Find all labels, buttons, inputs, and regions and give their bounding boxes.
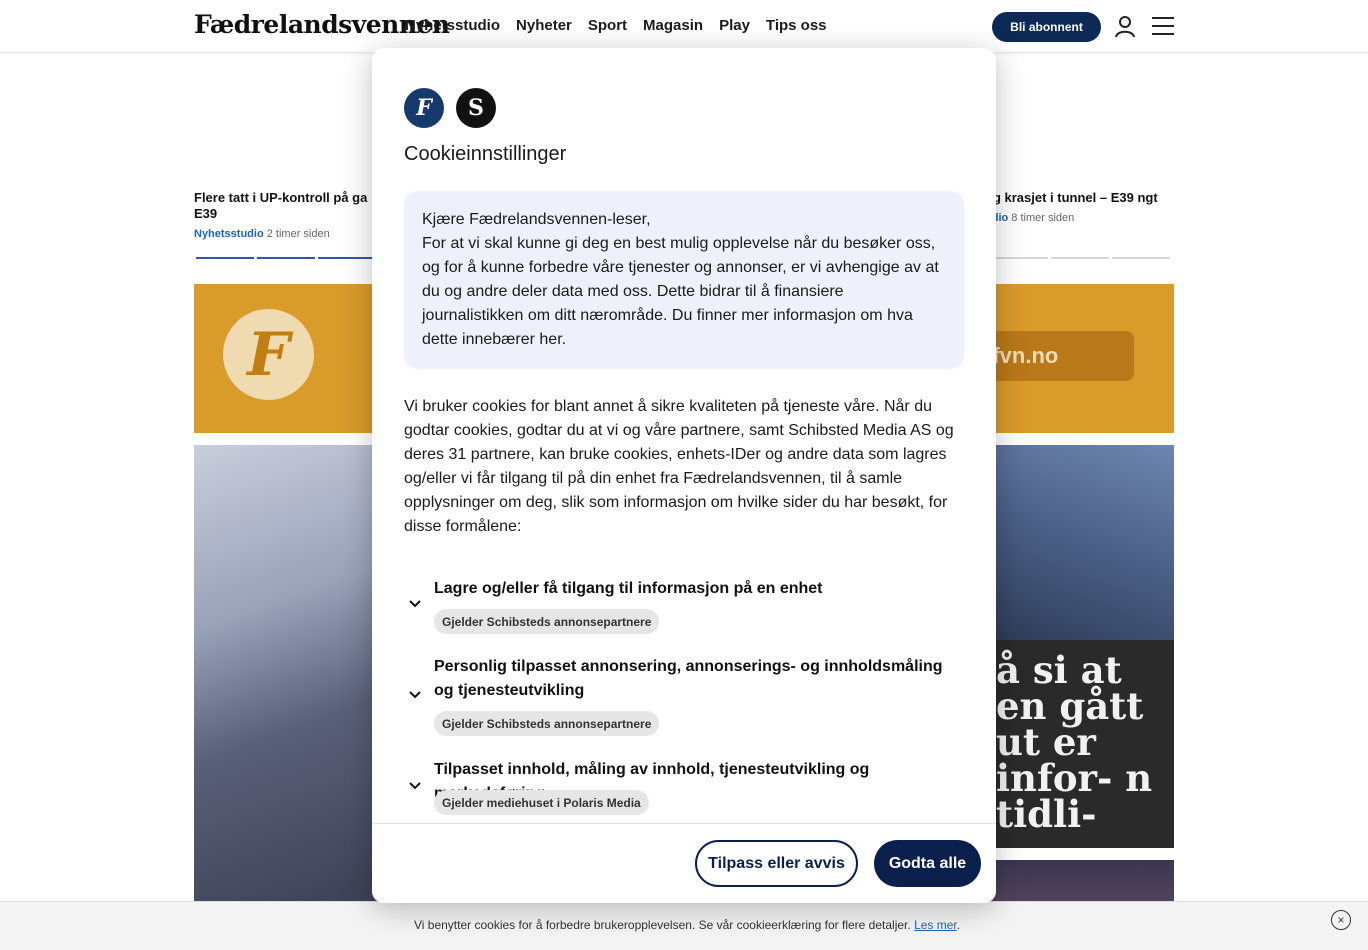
chevron-down-icon[interactable] (408, 690, 422, 700)
cookie-info-bar: Vi benytter cookies for å forbedre bruke… (0, 901, 1368, 950)
nav-item-tips-oss[interactable]: Tips oss (766, 17, 827, 34)
dialog-footer: Tilpass eller avvis Godta alle (372, 823, 996, 903)
schibsted-logo-icon: S (456, 88, 496, 128)
hamburger-menu-icon[interactable] (1151, 16, 1175, 36)
dialog-title: Cookieinnstillinger (404, 143, 567, 165)
teaser-meta: Nyhetsstudio 2 timer siden (194, 226, 394, 242)
nav-item-sport[interactable]: Sport (588, 17, 627, 34)
purpose-title: Personlig tilpasset annonsering, annonse… (434, 658, 943, 699)
purpose-tag: Gjelder Schibsteds annonsepartnere (434, 609, 660, 634)
greeting-body: For at vi skal kunne gi deg en best muli… (422, 235, 939, 348)
chevron-down-icon[interactable] (408, 781, 422, 791)
article-headline-overlay[interactable]: å si at en gått ut er infor- n tidli- (980, 640, 1174, 848)
purpose-tag: Gjelder mediehuset i Polaris Media (434, 790, 649, 815)
main-nav: Nyhetsstudio Nyheter Sport Magasin Play … (405, 17, 827, 34)
teaser-source: Nyhetsstudio (194, 228, 264, 240)
teaser-title: og krasjet i tunnel – E39 ngt (985, 190, 1158, 205)
close-icon[interactable]: × (1331, 910, 1351, 930)
subscribe-button[interactable]: Bli abonnent (992, 12, 1101, 42)
teaser-title: Flere tatt i UP-kontroll på ga E39 (194, 190, 368, 221)
cookie-info-text: Vi benytter cookies for å forbedre bruke… (414, 918, 961, 932)
teaser-progress (990, 257, 1170, 260)
brand-logos: F S (404, 88, 496, 128)
teaser-meta: udio 8 timer siden (985, 210, 1185, 226)
nav-item-nyhetsstudio[interactable]: Nyhetsstudio (405, 17, 500, 34)
user-icon[interactable] (1113, 14, 1137, 38)
fvn-logo-icon: F (404, 88, 444, 128)
teaser-progress (196, 257, 376, 260)
greeting-box: Kjære Fædrelandsvennen-leser, For at vi … (404, 191, 964, 369)
customize-or-reject-button[interactable]: Tilpass eller avvis (695, 840, 858, 887)
cookie-consent-dialog: F S Cookieinnstillinger Kjære Fædrelands… (372, 48, 996, 903)
article-photo[interactable] (980, 445, 1174, 640)
read-more-link[interactable]: Les mer (914, 918, 957, 932)
teaser-time: 2 timer siden (266, 228, 330, 240)
accept-all-button[interactable]: Godta alle (874, 840, 981, 887)
news-teaser[interactable]: og krasjet i tunnel – E39 ngt udio 8 tim… (985, 190, 1185, 226)
purpose-title: Lagre og/eller få tilgang til informasjo… (434, 580, 823, 597)
news-teaser[interactable]: Flere tatt i UP-kontroll på ga E39 Nyhet… (194, 190, 394, 242)
article-photo[interactable] (194, 445, 394, 905)
chevron-down-icon[interactable] (408, 599, 422, 609)
nav-item-magasin[interactable]: Magasin (643, 17, 703, 34)
nav-item-nyheter[interactable]: Nyheter (516, 17, 572, 34)
promo-logo: F (223, 309, 314, 400)
teaser-time: 8 timer siden (1011, 212, 1075, 224)
greeting-salutation: Kjære Fædrelandsvennen-leser, (422, 211, 651, 228)
consent-body-text: Vi bruker cookies for blant annet å sikr… (404, 398, 954, 535)
site-header: Fædrelandsvennen Nyhetsstudio Nyheter Sp… (0, 0, 1368, 53)
nav-item-play[interactable]: Play (719, 17, 750, 34)
purpose-tag: Gjelder Schibsteds annonsepartnere (434, 711, 660, 736)
